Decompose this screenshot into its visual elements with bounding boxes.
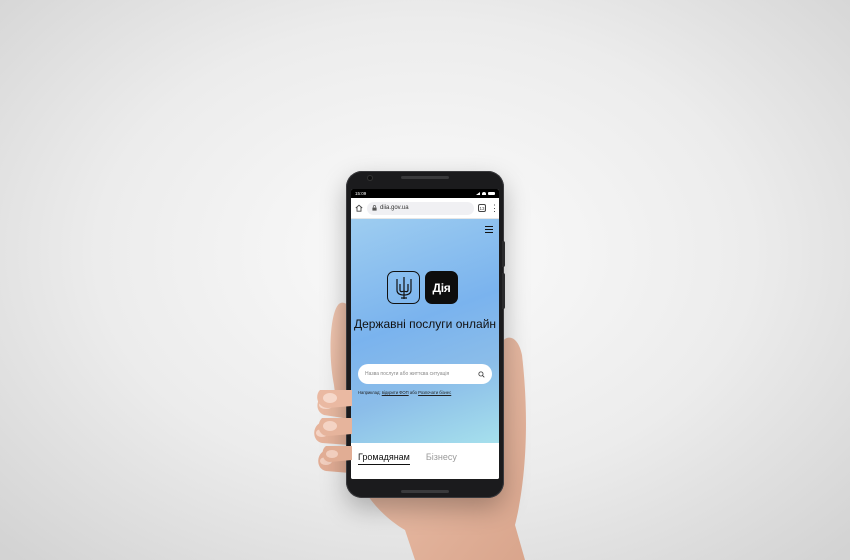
coat-of-arms-icon: [387, 271, 420, 304]
hero-section: Дія Державні послуги онлайн Назва послуг…: [351, 219, 499, 443]
address-bar[interactable]: diia.gov.ua: [367, 201, 474, 215]
hand-fingers: [317, 390, 352, 462]
logos: Дія: [387, 271, 458, 304]
search-input[interactable]: Назва послуги або життєва ситуація: [365, 371, 449, 377]
bottom-speaker: [401, 490, 449, 493]
example-link-start-business[interactable]: Розпочати бізнес: [418, 390, 451, 395]
example-link-open-fop[interactable]: відкрити ФОП: [382, 390, 409, 395]
menu-icon[interactable]: [485, 226, 493, 235]
volume-button: [502, 273, 505, 309]
phone-screen: 15:09 diia.gov.ua 13 ⋮ Дія Державні посл…: [351, 189, 499, 479]
tab-citizens[interactable]: Громадянам: [358, 452, 410, 465]
page-title: Державні послуги онлайн: [353, 317, 497, 331]
front-camera: [368, 176, 372, 180]
audience-tabs: Громадянам Бізнесу: [351, 443, 499, 479]
tab-business[interactable]: Бізнесу: [426, 452, 457, 464]
diia-logo: Дія: [425, 271, 458, 304]
search-field[interactable]: Назва послуги або життєва ситуація: [358, 364, 492, 384]
battery-icon: [488, 192, 495, 195]
top-speaker: [401, 176, 449, 179]
status-time: 15:09: [355, 191, 367, 196]
home-icon[interactable]: [355, 204, 363, 212]
status-bar: 15:09: [351, 189, 499, 198]
more-options-icon[interactable]: ⋮: [490, 203, 499, 213]
lock-icon: [372, 205, 377, 211]
wifi-icon: [482, 192, 486, 195]
tab-switcher-button[interactable]: 13: [478, 204, 486, 212]
example-middle: або: [408, 390, 419, 395]
search-icon[interactable]: [478, 370, 485, 378]
signal-icon: [476, 192, 480, 195]
status-icons: [476, 192, 495, 195]
search-example: Наприклад: відкрити ФОП або Розпочати бі…: [358, 390, 451, 395]
power-button: [502, 241, 505, 267]
browser-toolbar: diia.gov.ua 13 ⋮: [351, 198, 499, 219]
smartphone: 15:09 diia.gov.ua 13 ⋮ Дія Державні посл…: [346, 171, 505, 498]
url-text: diia.gov.ua: [380, 205, 409, 211]
